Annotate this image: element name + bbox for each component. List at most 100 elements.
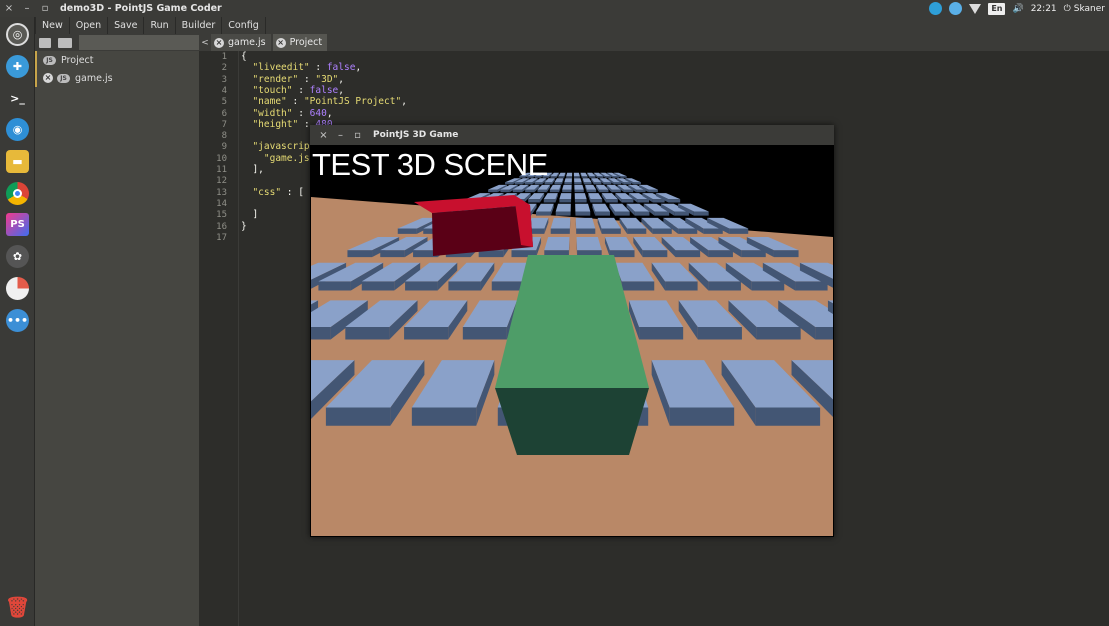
line-number: 4 [221,85,227,96]
trash-icon[interactable]: 🗑 [5,595,30,619]
code-line: "touch" : false, [252,84,345,96]
code-line: "name" : "PointJS Project", [252,96,407,108]
tile-side [693,211,709,216]
tile-side [623,189,634,193]
tile-side [405,281,438,291]
ubuntu-dash-icon[interactable]: ◎ [6,23,29,46]
settings-gear-icon[interactable]: ✿ [6,245,29,268]
game-window[interactable]: × – ▫ PointJS 3D Game TEST 3D SCENE [310,125,834,537]
terminal-icon[interactable]: >_ [6,87,29,110]
tile-side [741,250,766,258]
tile-top [566,172,573,177]
chrome-icon[interactable] [6,182,29,205]
tile-side [575,211,591,216]
tab-scroll-left-icon[interactable]: < [199,38,211,48]
line-number: 12 [216,176,227,187]
game-minimize-icon[interactable]: – [332,130,349,141]
menubar: New Open Save Run Builder Config [35,17,1109,34]
line-number: 1 [221,52,227,62]
new-file-icon[interactable] [39,37,51,48]
folder-icon[interactable] [58,37,72,48]
app-title: demo3D - PointJS Game Coder [60,3,222,14]
tile-side [549,189,560,193]
tile-side [554,182,562,185]
phpstorm-icon[interactable]: PS [6,213,29,236]
window-minimize-icon[interactable]: – [18,3,36,14]
tile-side [654,211,670,216]
tile-side [639,327,684,340]
files-icon[interactable]: ▬ [6,150,29,173]
tile-side [586,189,597,193]
tile-top [575,217,596,229]
clock[interactable]: 22:21 [1031,4,1057,14]
close-file-icon[interactable]: × [43,73,53,83]
tile-side [325,407,391,426]
tile-side [590,199,603,203]
tile-side [462,327,507,340]
tile-side [576,228,596,234]
tile-side [599,189,609,193]
tile-side [603,182,612,185]
menu-open[interactable]: Open [70,17,109,34]
window-close-icon[interactable]: × [0,3,18,14]
menu-config[interactable]: Config [222,17,266,34]
tile-top [559,193,572,200]
tile-top [574,184,584,190]
tile-side [633,182,641,185]
code-line: ] [241,209,259,221]
tree-item-project[interactable]: JS Project [35,51,199,69]
menu-builder[interactable]: Builder [176,17,223,34]
tile-side [613,182,622,185]
tile-side [668,199,681,203]
menu-new[interactable]: New [35,17,70,34]
close-tab-icon[interactable]: × [214,37,224,48]
user-name[interactable]: Skaner [1074,4,1105,14]
tree-item-game-js[interactable]: × JS game.js [35,69,199,87]
game-window-title: PointJS 3D Game [373,130,459,140]
code-line: "width" : 640, [252,107,333,119]
game-maximize-icon[interactable]: ▫ [349,130,366,141]
tile-side [637,199,650,203]
tab-project[interactable]: × Project [272,34,328,51]
menu-run[interactable]: Run [144,17,176,34]
sidebar-search-input[interactable] [79,35,199,50]
game-scene-canvas[interactable] [311,145,833,536]
window-maximize-icon[interactable]: ▫ [36,3,54,14]
disk-usage-icon[interactable] [6,277,29,300]
top-panel: × – ▫ demo3D - PointJS Game Coder En 🔊 2… [0,0,1109,17]
tile-side [678,228,698,234]
camera-app-icon[interactable]: ◉ [6,118,29,141]
line-number: 17 [216,232,227,243]
line-number: 7 [221,119,227,130]
game-window-titlebar[interactable]: × – ▫ PointJS 3D Game [310,125,834,145]
tile-side [669,407,735,426]
wifi-icon[interactable] [969,3,982,14]
tile-side [611,189,621,193]
game-close-icon[interactable]: × [315,130,332,141]
keyboard-layout-indicator[interactable]: En [988,2,1006,15]
tile-side [525,189,535,193]
volume-icon[interactable]: 🔊 [1012,4,1023,14]
tile-side [755,407,821,426]
chat-icon[interactable] [949,2,963,15]
tile-side [675,250,701,258]
line-number: 3 [221,74,227,85]
close-tab-icon[interactable]: × [275,37,286,48]
tile-side [605,176,612,178]
line-number: 10 [216,153,227,164]
tile-side [574,182,582,185]
power-icon[interactable]: ⏻ [1064,4,1071,14]
launcher: ◎ ✚ >_ ◉ ▬ PS ✿ ••• 🗑 [0,17,35,626]
tile-side [648,189,658,193]
tile-side [697,327,742,340]
telegram-icon[interactable] [929,2,943,15]
line-number: 14 [216,198,227,209]
tab-game-js[interactable]: × game.js [211,34,271,51]
tile-side [773,250,799,258]
more-apps-icon[interactable]: ••• [6,309,29,332]
globe-app-icon[interactable]: ✚ [6,55,29,78]
tile-side [703,228,723,234]
system-tray: En 🔊 22:21 ⏻ Skaner [929,0,1105,17]
line-number: 5 [221,97,227,108]
menu-save[interactable]: Save [108,17,145,34]
